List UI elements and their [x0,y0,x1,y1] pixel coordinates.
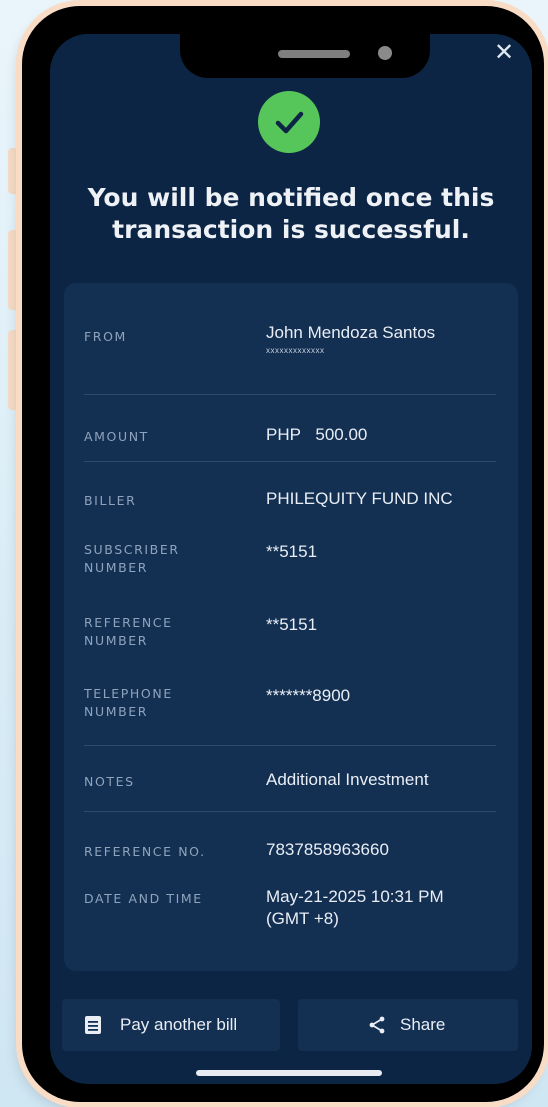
close-button[interactable]: ✕ [490,34,518,70]
app-screen: ✕ You will be notified once this transac… [50,34,532,1084]
subscriber-number-label: SUBSCRIBER NUMBER [84,541,244,577]
reference-no-row: REFERENCE NO. 7837858963660 [84,839,504,865]
volume-down-button [8,330,22,410]
check-icon [275,111,304,134]
label-line: NUMBER [84,704,149,719]
label-line: NUMBER [84,633,149,648]
subscriber-number-value: **5151 [266,542,318,561]
divider [84,394,496,395]
pay-another-bill-button[interactable]: Pay another bill [62,999,280,1051]
home-indicator[interactable] [196,1070,382,1076]
amount-number: 500.00 [315,425,368,444]
reference-no-value: 7837858963660 [266,840,389,859]
notes-label: NOTES [84,774,135,789]
telephone-number-value: *******8900 [266,686,351,705]
front-camera [378,46,392,60]
receipt-icon [85,1016,101,1034]
divider [84,811,496,812]
confirmation-message: You will be notified once this transacti… [87,183,495,244]
divider [84,745,496,746]
mute-switch [8,148,22,194]
reference-number-value: **5151 [266,615,318,634]
reference-no-label: REFERENCE NO. [84,844,206,859]
from-account: xxxxxxxxxxxxx [266,346,325,355]
from-label: FROM [84,329,127,344]
date-time-line: May-21-2025 10:31 PM [266,887,444,906]
share-label: Share [400,1015,446,1034]
pay-another-bill-label: Pay another bill [120,1015,238,1034]
date-time-value: May-21-2025 10:31 PM (GMT +8) [266,886,506,930]
label-line: NUMBER [84,560,149,575]
success-badge [258,91,320,153]
biller-row: BILLER PHILEQUITY FUND INC [84,488,504,514]
label-line: TELEPHONE [84,686,173,701]
date-time-row: DATE AND TIME May-21-2025 10:31 PM (GMT … [84,886,504,934]
amount-label: AMOUNT [84,429,149,444]
transaction-details-card: FROM John Mendoza Santos xxxxxxxxxxxxx A… [64,283,518,971]
from-name: John Mendoza Santos [266,323,436,342]
notes-row: NOTES Additional Investment [84,769,504,795]
amount-row: AMOUNT PHP 500.00 [84,424,504,450]
volume-up-button [8,230,22,310]
label-line: REFERENCE [84,615,173,630]
from-row: FROM John Mendoza Santos xxxxxxxxxxxxx [84,322,504,372]
date-time-label: DATE AND TIME [84,891,203,906]
divider [84,461,496,462]
notes-value: Additional Investment [266,770,429,789]
amount-currency: PHP [266,425,301,444]
biller-value: PHILEQUITY FUND INC [266,489,453,508]
telephone-number-row: TELEPHONE NUMBER *******8900 [84,685,504,725]
phone-frame: ✕ You will be notified once this transac… [22,6,544,1102]
label-line: SUBSCRIBER [84,542,180,557]
share-icon [369,1016,385,1034]
timezone-line: (GMT +8) [266,909,339,928]
amount-value: PHP 500.00 [266,424,506,446]
biller-label: BILLER [84,493,137,508]
subscriber-number-row: SUBSCRIBER NUMBER **5151 [84,541,504,581]
speaker-grille [278,50,350,58]
phone-notch [180,34,430,78]
telephone-number-label: TELEPHONE NUMBER [84,685,244,721]
reference-number-label: REFERENCE NUMBER [84,614,244,650]
reference-number-row: REFERENCE NUMBER **5151 [84,614,504,654]
share-button[interactable]: Share [298,999,518,1051]
